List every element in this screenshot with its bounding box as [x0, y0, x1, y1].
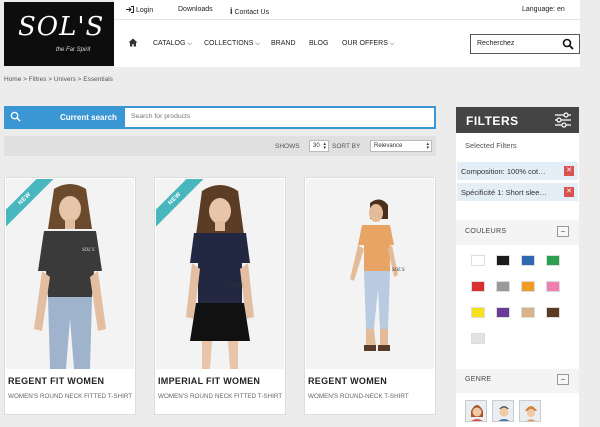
- brand-logo[interactable]: SOL'S the Far Spirit: [4, 2, 114, 66]
- select-arrows-icon: ▴ ▾: [426, 141, 429, 151]
- shirt-logo: SOL'S: [230, 284, 243, 289]
- product-description: WOMEN'S ROUND-NECK T-SHIRT: [308, 393, 409, 400]
- info-icon: i: [230, 6, 233, 16]
- color-swatch[interactable]: [521, 281, 535, 292]
- product-card[interactable]: SOL'S NEW REGENT FIT WOMEN WOMEN'S ROUND…: [4, 177, 136, 415]
- product-card[interactable]: SOL'S NEW IMPERIAL FIT WOMEN WOMEN'S ROU…: [154, 177, 286, 415]
- product-photo[interactable]: SOL'S: [306, 179, 434, 369]
- shirt-shape: [358, 225, 394, 271]
- color-swatch[interactable]: [496, 255, 510, 266]
- sort-value: Relevance: [374, 143, 403, 149]
- color-swatch[interactable]: [521, 307, 535, 318]
- shows-label: SHOWS: [275, 143, 300, 150]
- product-name[interactable]: IMPERIAL FIT WOMEN: [158, 376, 260, 386]
- collapse-icon[interactable]: −: [557, 226, 569, 237]
- genre-kids-icon[interactable]: [519, 400, 541, 422]
- product-description: WOMEN'S ROUND NECK FITTED T-SHIRT: [158, 393, 283, 400]
- color-swatch[interactable]: [471, 255, 485, 266]
- sort-select[interactable]: Relevance ▴ ▾: [370, 140, 432, 152]
- page: SOL'S the Far Spirit Login Downloads i C…: [0, 0, 600, 427]
- sort-label: SORT BY: [332, 143, 361, 150]
- select-arrows-icon: ▴ ▾: [323, 141, 326, 151]
- shows-select[interactable]: 30 ▴ ▾: [309, 140, 329, 152]
- couleurs-title: COULEURS: [465, 228, 507, 235]
- home-icon[interactable]: [128, 38, 138, 47]
- login-link[interactable]: Login: [126, 6, 153, 14]
- contact-link[interactable]: i Contact Us: [230, 6, 269, 16]
- top-bar: Login Downloads i Contact Us Language: e…: [114, 0, 580, 20]
- sort-bar: SHOWS 30 ▴ ▾ SORT BY Relevance ▴ ▾: [4, 136, 436, 156]
- product-description: WOMEN'S ROUND NECK FITTED T-SHIRT: [8, 393, 133, 400]
- product-photo[interactable]: SOL'S NEW: [156, 179, 284, 369]
- product-name[interactable]: REGENT WOMEN: [308, 376, 387, 386]
- sliders-icon[interactable]: [552, 109, 574, 131]
- selected-filter-chip: Composition: 100% cot… ✕: [457, 162, 578, 180]
- nav-catalog-label: CATALOG: [153, 40, 186, 47]
- breadcrumb: Home > Filtres > Univers > Essentials: [4, 76, 113, 83]
- search-icon: [10, 111, 21, 122]
- logo-text: SOL'S: [18, 12, 105, 42]
- color-swatch[interactable]: [471, 281, 485, 292]
- login-label: Login: [135, 7, 154, 14]
- product-photo[interactable]: SOL'S NEW: [6, 179, 134, 369]
- color-swatch[interactable]: [471, 333, 485, 344]
- chevron-down-icon: ⌵: [255, 41, 260, 47]
- color-swatch[interactable]: [546, 307, 560, 318]
- logo-tagline: the Far Spirit: [56, 47, 91, 53]
- color-swatch[interactable]: [546, 281, 560, 292]
- remove-icon[interactable]: ✕: [564, 166, 574, 176]
- selected-filters-title: Selected Filters: [465, 141, 517, 150]
- filters-title: FILTERS: [466, 114, 519, 128]
- model-image: SOL'S: [350, 199, 405, 351]
- chevron-down-icon: ⌵: [187, 41, 192, 47]
- nav-brand[interactable]: BRAND: [271, 40, 296, 47]
- nav-catalog[interactable]: CATALOG ⌵: [153, 40, 192, 48]
- color-swatch[interactable]: [521, 255, 535, 266]
- product-search-input[interactable]: [131, 113, 421, 120]
- genre-women-icon[interactable]: [465, 400, 487, 422]
- downloads-link[interactable]: Downloads: [178, 6, 213, 13]
- remove-icon[interactable]: ✕: [564, 187, 574, 197]
- color-swatch[interactable]: [546, 255, 560, 266]
- filters-header: FILTERS: [456, 107, 579, 133]
- shows-value: 30: [313, 143, 320, 149]
- selected-filter-chip: Spécificité 1: Short slee… ✕: [457, 183, 578, 201]
- login-icon: [126, 6, 134, 13]
- color-swatch[interactable]: [496, 307, 510, 318]
- chevron-down-icon: ⌵: [389, 41, 395, 47]
- product-search-field: [124, 107, 435, 128]
- header-search-input[interactable]: [477, 40, 557, 47]
- header-search: [470, 34, 580, 54]
- nav-blog[interactable]: BLOG: [309, 40, 328, 47]
- model-image: SOL'S: [34, 184, 106, 369]
- nav-our-offers-label: OUR OFFERS: [342, 40, 388, 47]
- language-selector[interactable]: Language: en: [522, 6, 565, 13]
- contact-label: Contact Us: [234, 9, 270, 16]
- model-image: SOL'S: [186, 185, 254, 369]
- product-name[interactable]: REGENT FIT WOMEN: [8, 376, 104, 386]
- nav-collections[interactable]: COLLECTIONS ⌵: [204, 40, 260, 48]
- selected-filter-label: Spécificité 1: Short slee…: [461, 188, 547, 197]
- selected-filter-label: Composition: 100% cot…: [461, 167, 546, 176]
- filters-panel: FILTERS Selected Filters Composition: 10…: [456, 107, 579, 427]
- collapse-icon[interactable]: −: [557, 374, 569, 385]
- search-icon[interactable]: [562, 38, 574, 50]
- shirt-logo: SOL'S: [392, 268, 405, 273]
- nav-collections-label: COLLECTIONS: [204, 40, 254, 47]
- genre-men-icon[interactable]: [492, 400, 514, 422]
- genre-title: GENRE: [465, 376, 492, 383]
- color-swatch[interactable]: [471, 307, 485, 318]
- current-search-label: Current search: [60, 113, 117, 122]
- product-card[interactable]: SOL'S REGENT WOMEN WOMEN'S ROUND-NECK T-…: [304, 177, 436, 415]
- color-swatch[interactable]: [496, 281, 510, 292]
- shirt-shape: [190, 233, 250, 303]
- shirt-logo: SOL'S: [82, 248, 95, 253]
- nav-our-offers[interactable]: OUR OFFERS ⌵: [342, 40, 394, 48]
